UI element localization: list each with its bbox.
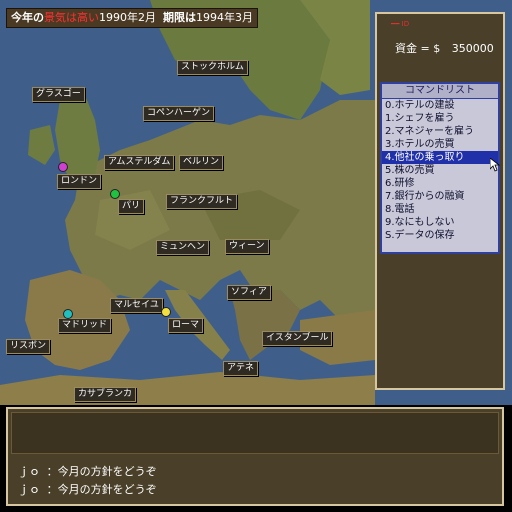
current-date: 1990年2月 bbox=[99, 11, 156, 24]
player-tag: ━━ ID bbox=[391, 20, 410, 28]
city-rome[interactable]: ローマ bbox=[168, 318, 204, 333]
funds-display: 資金 = $ 350000 bbox=[395, 40, 494, 56]
command-training[interactable]: 6.研修 bbox=[382, 177, 498, 190]
command-list-title: コマンドリスト bbox=[382, 84, 498, 99]
paris-hotel-pin[interactable] bbox=[110, 189, 120, 199]
city-london[interactable]: ロンドン bbox=[57, 174, 102, 189]
rome-hotel-pin[interactable] bbox=[161, 307, 171, 317]
city-copenhagen[interactable]: コペンハーゲン bbox=[143, 106, 215, 121]
command-trade-hotel[interactable]: 3.ホテルの売買 bbox=[382, 138, 498, 151]
deadline-date: 1994年3月 bbox=[196, 11, 253, 24]
mouse-cursor-icon bbox=[490, 158, 500, 172]
city-paris[interactable]: パリ bbox=[118, 199, 145, 214]
command-save-data[interactable]: S.データの保存 bbox=[382, 229, 498, 242]
city-madrid[interactable]: マドリッド bbox=[58, 318, 112, 333]
message-header-area bbox=[11, 412, 499, 454]
city-stockholm[interactable]: ストックホルム bbox=[177, 60, 248, 75]
city-munich[interactable]: ミュンヘン bbox=[156, 240, 210, 255]
side-panel: ━━ ID 資金 = $ 350000 コマンドリスト 0.ホテルの建設 1.シ… bbox=[375, 12, 505, 390]
message-window: ｊｏ ：今月の方針をどうぞ ｊｏ ：今月の方針をどうぞ bbox=[6, 407, 504, 506]
message-line-2: ｊｏ ：今月の方針をどうぞ bbox=[18, 483, 157, 496]
funds-label: 資金 = $ bbox=[395, 42, 441, 55]
command-do-nothing[interactable]: 9.なにもしない bbox=[382, 216, 498, 229]
city-athens[interactable]: アテネ bbox=[223, 361, 259, 376]
funds-value: 350000 bbox=[451, 42, 494, 55]
city-frankfurt[interactable]: フランクフルト bbox=[166, 194, 238, 209]
command-takeover[interactable]: 4.他社の乗っ取り bbox=[382, 151, 498, 164]
command-hire-manager[interactable]: 2.マネジャーを雇う bbox=[382, 125, 498, 138]
city-glasgow[interactable]: グラスゴー bbox=[32, 87, 85, 102]
madrid-hotel-pin[interactable] bbox=[63, 309, 73, 319]
command-hire-chef[interactable]: 1.シェフを雇う bbox=[382, 112, 498, 125]
london-hotel-pin[interactable] bbox=[58, 162, 68, 172]
command-list: コマンドリスト 0.ホテルの建設 1.シェフを雇う 2.マネジャーを雇う 3.ホ… bbox=[380, 82, 500, 254]
city-berlin[interactable]: ベルリン bbox=[179, 155, 224, 170]
command-build-hotel[interactable]: 0.ホテルの建設 bbox=[382, 99, 498, 112]
city-istanbul[interactable]: イスタンブール bbox=[262, 331, 333, 346]
city-sofia[interactable]: ソフィア bbox=[227, 285, 271, 300]
command-phone[interactable]: 8.電話 bbox=[382, 203, 498, 216]
command-trade-stock[interactable]: 5.株の売買 bbox=[382, 164, 498, 177]
city-lisbon[interactable]: リスボン bbox=[6, 339, 51, 354]
command-bank-loan[interactable]: 7.銀行からの融資 bbox=[382, 190, 498, 203]
city-marseille[interactable]: マルセイユ bbox=[110, 298, 163, 313]
year-prefix: 今年の bbox=[11, 11, 44, 24]
economy-status: 景気は高い bbox=[44, 11, 99, 24]
city-vienna[interactable]: ウィーン bbox=[225, 239, 269, 254]
city-amsterdam[interactable]: アムステルダム bbox=[104, 155, 175, 170]
message-line-1: ｊｏ ：今月の方針をどうぞ bbox=[18, 465, 157, 478]
status-bar: 今年の景気は高い1990年2月 期限は1994年3月 bbox=[6, 8, 258, 28]
deadline-label: 期限は bbox=[163, 11, 196, 24]
city-casablanca[interactable]: カサブランカ bbox=[74, 387, 137, 402]
